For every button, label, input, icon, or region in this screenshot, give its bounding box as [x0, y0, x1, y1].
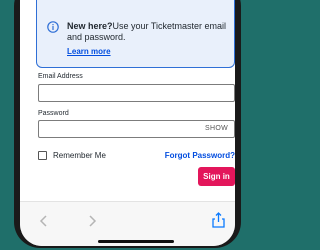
back-icon[interactable]: [38, 214, 50, 228]
info-icon: [47, 21, 59, 33]
password-label: Password: [38, 110, 69, 117]
show-password-button[interactable]: SHOW: [205, 125, 228, 132]
forgot-password-link[interactable]: Forgot Password?: [165, 151, 235, 160]
email-field[interactable]: [38, 84, 235, 102]
browser-screen: New here?Use your Ticketmaster email and…: [20, 0, 235, 246]
remember-me-checkbox[interactable]: [38, 151, 47, 160]
sign-in-button[interactable]: Sign in: [198, 167, 235, 186]
password-field[interactable]: SHOW: [38, 120, 235, 138]
home-indicator: [98, 240, 174, 243]
info-message: New here?Use your Ticketmaster email and…: [67, 21, 227, 43]
browser-toolbar: [20, 201, 235, 246]
email-label: Email Address: [38, 73, 83, 80]
remember-me-label: Remember Me: [53, 151, 106, 160]
new-user-info-box: New here?Use your Ticketmaster email and…: [36, 0, 235, 68]
info-title: New here?: [67, 21, 113, 31]
learn-more-link[interactable]: Learn more: [67, 47, 111, 56]
forward-icon[interactable]: [86, 214, 98, 228]
share-icon[interactable]: [212, 212, 225, 228]
